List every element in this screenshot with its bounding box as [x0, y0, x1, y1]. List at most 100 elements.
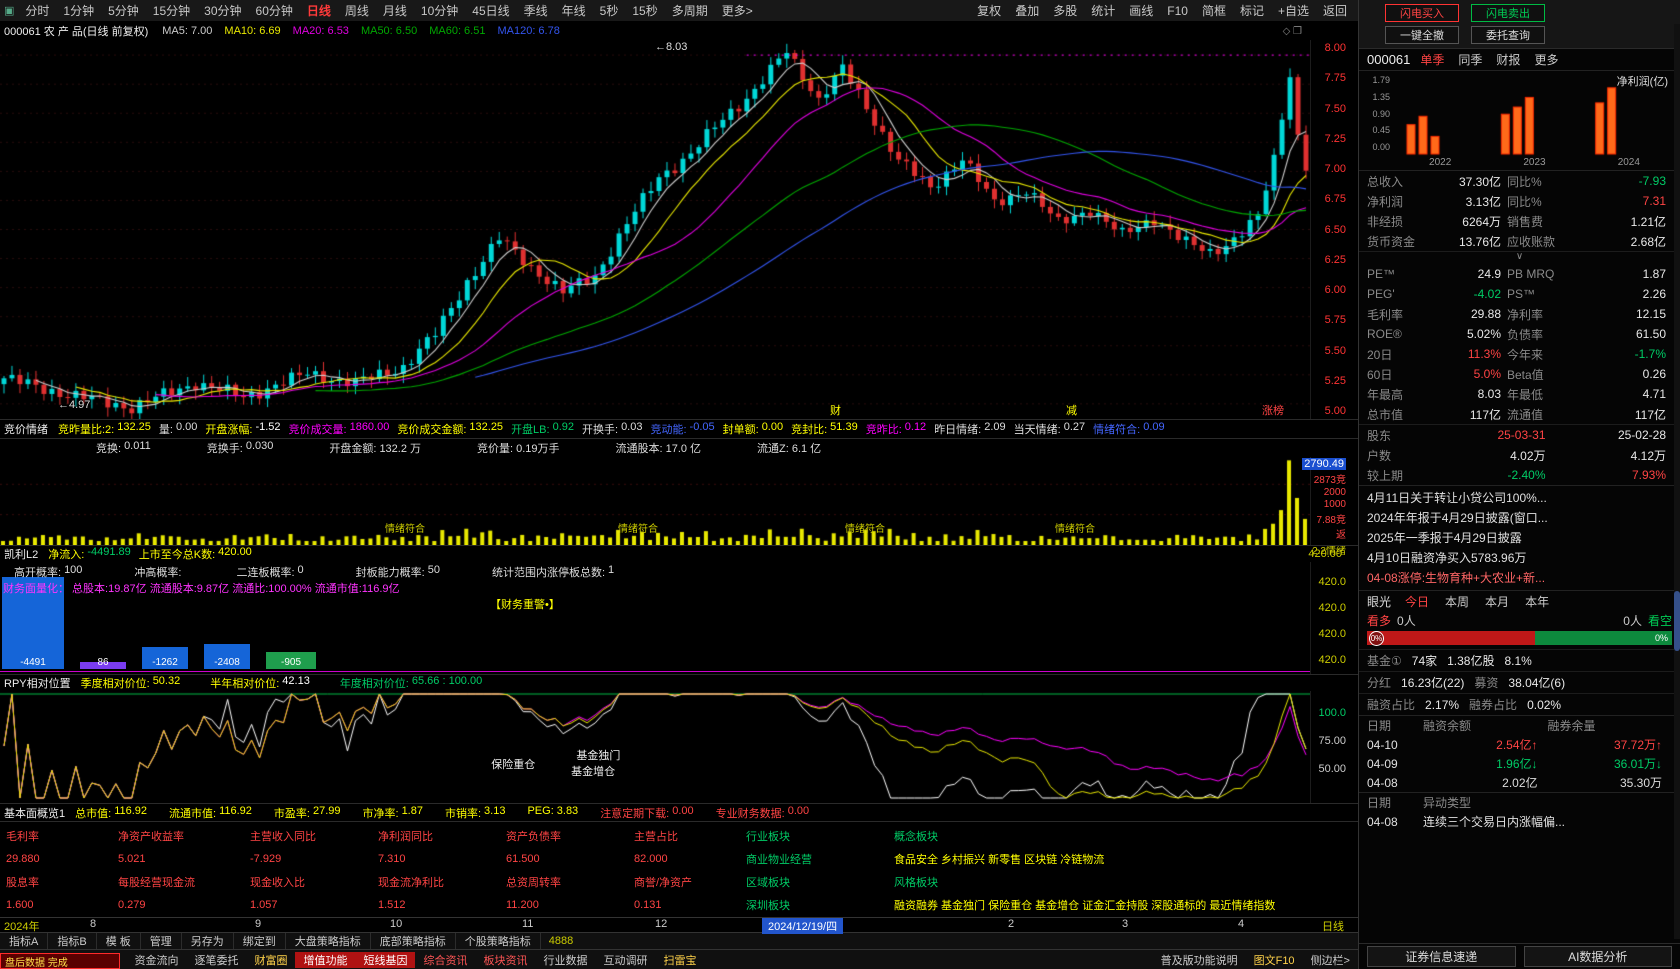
sidebar-bottom-buttons: 证券信息速递 AI数据分析 — [1359, 943, 1680, 969]
collapse-chevron-icon[interactable]: ∨ — [1359, 252, 1680, 264]
toolbar-tab[interactable]: 扫雷宝 — [655, 952, 704, 968]
period-menu-item[interactable]: 分时 — [18, 2, 56, 19]
indicator-tab[interactable]: 指标A — [0, 933, 48, 949]
news-item[interactable]: 4月11日关于转让小贷公司100%... — [1359, 488, 1680, 508]
ai-analysis-button[interactable]: AI数据分析 — [1524, 946, 1673, 967]
indicator-tab[interactable]: 指标B — [48, 933, 96, 949]
event-marker[interactable]: 财 — [830, 402, 841, 418]
toolbar-tab[interactable]: 互动调研 — [595, 952, 655, 968]
chart-tool-item[interactable]: 统计 — [1084, 2, 1122, 19]
period-menu-item[interactable]: 月线 — [376, 2, 414, 19]
toolbar-tab[interactable]: 行业数据 — [535, 952, 595, 968]
period-menu-item[interactable]: 60分钟 — [249, 2, 300, 19]
chart-tool-item[interactable]: 返回 — [1316, 2, 1354, 19]
indicator-tab[interactable]: 另存为 — [182, 933, 234, 949]
rpy-canvas[interactable] — [0, 691, 1310, 803]
period-menu-item[interactable]: 多周期 — [665, 2, 715, 19]
panel-title[interactable]: 基本面概览1 — [4, 805, 65, 821]
bear-label[interactable]: 看空 — [1648, 612, 1672, 629]
chart-tool-item[interactable]: 标记 — [1233, 2, 1271, 19]
indicator-tab[interactable]: 模 板 — [97, 933, 141, 949]
toolbar-tab[interactable]: 短线基因 — [355, 952, 415, 968]
probability-chart[interactable]: 高开概率:100冲高概率:二连板概率:0封板能力概率:50统计范围内涨停板总数:… — [0, 562, 1310, 674]
period-menu-item[interactable]: 10分钟 — [414, 2, 465, 19]
chart-tool-item[interactable]: 叠加 — [1008, 2, 1046, 19]
chart-tool-item[interactable]: 复权 — [970, 2, 1008, 19]
chart-tool-item[interactable]: 多股 — [1046, 2, 1084, 19]
toolbar-tab[interactable]: 逐笔委托 — [186, 952, 246, 968]
flash-buy-button[interactable]: 闪电买入 — [1385, 4, 1459, 22]
indicator-tab[interactable]: 管理 — [141, 933, 182, 949]
period-menu-item[interactable]: 年线 — [555, 2, 593, 19]
outlook-tab[interactable]: 本年 — [1525, 593, 1549, 610]
fund-holdings-row: 基金① 74家 1.38亿股 8.1% — [1359, 649, 1680, 671]
outlook-tab[interactable]: 本月 — [1485, 593, 1509, 610]
toolbar-tab[interactable]: 资金流向 — [126, 952, 186, 968]
ratio-row: PE™24.9 PB MRQ1.87 — [1359, 264, 1680, 284]
scrollbar-thumb[interactable] — [1674, 591, 1680, 651]
event-marker[interactable]: 涨榜 — [1262, 402, 1284, 418]
period-menu-item[interactable]: 日线 — [300, 2, 338, 19]
toolbar-tab[interactable]: 板块资讯 — [475, 952, 535, 968]
probability-panel: 高开概率:100冲高概率:二连板概率:0封板能力概率:50统计范围内涨停板总数:… — [0, 562, 1358, 674]
chart-corner-icons[interactable]: ◇ ❐ — [1283, 26, 1354, 37]
toolbar-tab[interactable]: 增值功能 — [295, 952, 355, 968]
report-period-tab[interactable]: 同季 — [1458, 51, 1482, 68]
panel-title[interactable]: RPY相对位置 — [4, 675, 71, 691]
chart-tool-item[interactable]: F10 — [1160, 4, 1195, 18]
toolbar-right-item[interactable]: 普及版功能说明 — [1153, 952, 1246, 968]
bid-field: 竞换:0.011 — [96, 440, 151, 456]
period-menu-item[interactable]: 1分钟 — [56, 2, 101, 19]
indicator-tab[interactable]: 绑定到 — [234, 933, 286, 949]
period-menu-item[interactable]: 30分钟 — [197, 2, 248, 19]
event-marker[interactable]: 减 — [1066, 402, 1077, 418]
price-tick: 6.50 — [1311, 224, 1346, 236]
period-menu-item[interactable]: 45日线 — [465, 2, 516, 19]
news-item[interactable]: 04-08涨停:生物育种+大农业+新... — [1359, 568, 1680, 588]
panel-title[interactable]: 竞价情绪 — [4, 421, 48, 437]
news-item[interactable]: 2024年年报于4月29日披露(窗口... — [1359, 508, 1680, 528]
candlestick-canvas[interactable] — [0, 40, 1310, 419]
news-item[interactable]: 2025年一季报于4月29日披露 — [1359, 528, 1680, 548]
report-period-tab[interactable]: 单季 — [1420, 51, 1444, 68]
rpy-field: 年度相对价位:65.66 : 100.00 — [340, 675, 482, 691]
period-menu-item[interactable]: 15分钟 — [146, 2, 197, 19]
period-menu-item[interactable]: 5秒 — [593, 2, 626, 19]
toolbar-right-item[interactable]: 图文F10 — [1246, 952, 1303, 968]
bull-label[interactable]: 看多 — [1367, 612, 1391, 629]
period-menu-item[interactable]: 更多> — [715, 2, 760, 19]
price-tick: 6.75 — [1311, 193, 1346, 205]
period-menu-item[interactable]: 5分钟 — [101, 2, 146, 19]
toolbar-right-item[interactable]: 侧边栏> — [1303, 952, 1358, 968]
outlook-tab[interactable]: 本周 — [1445, 593, 1469, 610]
rpy-chart[interactable]: 保险重仓 基金独门 基金增仓 — [0, 691, 1310, 803]
order-query-button[interactable]: 委托查询 — [1471, 26, 1545, 44]
panel-title[interactable]: 凯利L2 — [4, 546, 38, 562]
cancel-all-button[interactable]: 一键全撤 — [1385, 26, 1459, 44]
sidebar-scrollbar[interactable] — [1674, 24, 1680, 939]
volume-chart[interactable]: 情绪符合情绪符合情绪符合情绪符合 — [0, 457, 1310, 545]
chart-tool-item[interactable]: +自选 — [1271, 2, 1316, 19]
indicator-tab[interactable]: 个股策略指标 — [456, 933, 541, 949]
bid-field: 流通Z:6.1 亿 — [757, 440, 821, 456]
toolbar-tab[interactable]: 财富圈 — [246, 952, 295, 968]
period-menu-item[interactable]: 15秒 — [625, 2, 664, 19]
period-menu-item[interactable]: 季线 — [517, 2, 555, 19]
chart-tool-item[interactable]: 画线 — [1122, 2, 1160, 19]
securities-info-button[interactable]: 证券信息速递 — [1367, 946, 1516, 967]
news-item[interactable]: 4月10日融资净买入5783.96万 — [1359, 548, 1680, 568]
period-menu-item[interactable]: 周线 — [338, 2, 376, 19]
chart-tool-item[interactable]: 简框 — [1195, 2, 1233, 19]
alert-table-row[interactable]: 04-08连续三个交易日内涨幅偏... — [1359, 812, 1680, 831]
candlestick-chart[interactable]: ←8.03 ←4.97 财减涨榜 — [0, 40, 1310, 419]
toolbar-tab[interactable]: 综合资讯 — [415, 952, 475, 968]
flash-sell-button[interactable]: 闪电卖出 — [1471, 4, 1545, 22]
fundamentals-cell: 1.600 — [6, 899, 118, 911]
outlook-tab[interactable]: 今日 — [1405, 593, 1429, 610]
alert-table: 日期异动类型 04-08连续三个交易日内涨幅偏... — [1359, 792, 1680, 831]
indicator-tab[interactable]: 大盘策略指标 — [286, 933, 371, 949]
report-period-tab[interactable]: 财报 — [1496, 51, 1520, 68]
finance-warning-label: 【财务重警•】 — [490, 596, 560, 612]
indicator-tab[interactable]: 底部策略指标 — [371, 933, 456, 949]
report-period-tab[interactable]: 更多 — [1534, 51, 1558, 68]
